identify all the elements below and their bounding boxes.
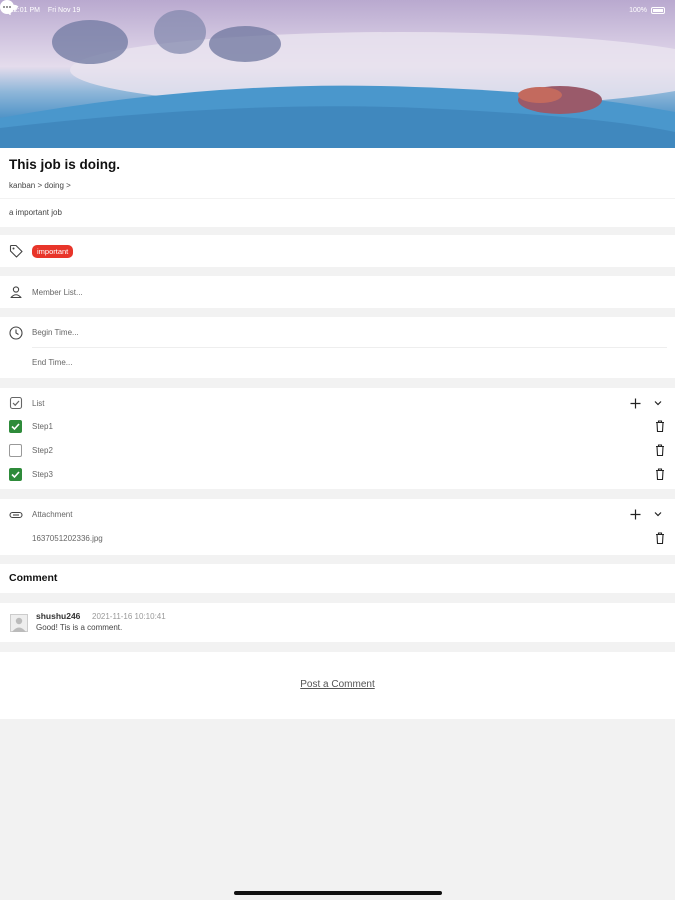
end-time-field[interactable]: End Time... (32, 358, 72, 367)
post-comment-link[interactable]: Post a Comment (0, 679, 675, 690)
comment-timestamp: 2021-11-16 10:10:41 (92, 612, 166, 621)
checkbox-unchecked[interactable] (9, 444, 22, 457)
status-date: Fri Nov 19 (47, 6, 81, 14)
trash-icon[interactable] (655, 444, 665, 456)
checkbox-checked[interactable] (9, 420, 22, 433)
avatar (10, 614, 28, 632)
tag-badge[interactable]: important (32, 245, 74, 258)
chevron-down-icon[interactable] (653, 509, 663, 519)
chevron-down-icon[interactable] (653, 398, 663, 408)
attachment-section: Attachment 1637051202336.jpg (0, 499, 675, 555)
clock-icon (9, 326, 23, 340)
tag-icon (9, 244, 23, 258)
job-title[interactable]: This job is doing. (9, 157, 120, 172)
members-row[interactable]: Member List... (0, 276, 675, 308)
home-indicator (234, 891, 442, 895)
divider (32, 347, 667, 348)
checklist-item-label: Step1 (32, 422, 53, 431)
add-list-item-icon[interactable] (630, 398, 641, 409)
add-attachment-icon[interactable] (630, 509, 641, 520)
trash-icon[interactable] (655, 468, 665, 480)
comment-text: Good! Tis is a comment. (36, 623, 123, 632)
checklist-icon (9, 396, 23, 410)
breadcrumb: kanban > doing > (9, 181, 71, 190)
battery-percent: 100% (629, 6, 647, 14)
job-header: This job is doing. kanban > doing > (0, 148, 675, 198)
status-bar: 12:01 PM Fri Nov 19 100% (10, 4, 665, 16)
person-icon (10, 286, 22, 299)
checklist-item-label: Step3 (32, 470, 53, 479)
more-icon[interactable] (0, 0, 14, 14)
checklist-section: List Step1 Step2 Step3 (0, 388, 675, 489)
job-description[interactable]: a important job (9, 208, 62, 217)
paperclip-icon (9, 511, 23, 519)
time-section: Begin Time... End Time... (0, 317, 675, 378)
trash-icon[interactable] (655, 420, 665, 432)
comment-author: shushu246 (36, 611, 81, 621)
post-comment-card: Post a Comment (0, 652, 675, 719)
member-list-placeholder: Member List... (32, 288, 83, 297)
trash-icon[interactable] (655, 532, 665, 544)
battery-icon (651, 6, 665, 14)
attachment-file-name[interactable]: 1637051202336.jpg (32, 534, 103, 543)
job-description-card[interactable]: a important job (0, 199, 675, 227)
comment-item: shushu246 2021-11-16 10:10:41 Good! Tis … (0, 603, 675, 642)
comment-heading-card: Comment (0, 564, 675, 593)
tags-row[interactable]: important (0, 235, 675, 267)
checklist-item-label: Step2 (32, 446, 53, 455)
checkbox-checked[interactable] (9, 468, 22, 481)
comment-heading: Comment (9, 572, 58, 584)
cover-image: 12:01 PM Fri Nov 19 100% (0, 0, 675, 148)
checklist-label: List (32, 399, 45, 408)
begin-time-field[interactable]: Begin Time... (32, 328, 79, 337)
attachment-label: Attachment (32, 510, 73, 519)
